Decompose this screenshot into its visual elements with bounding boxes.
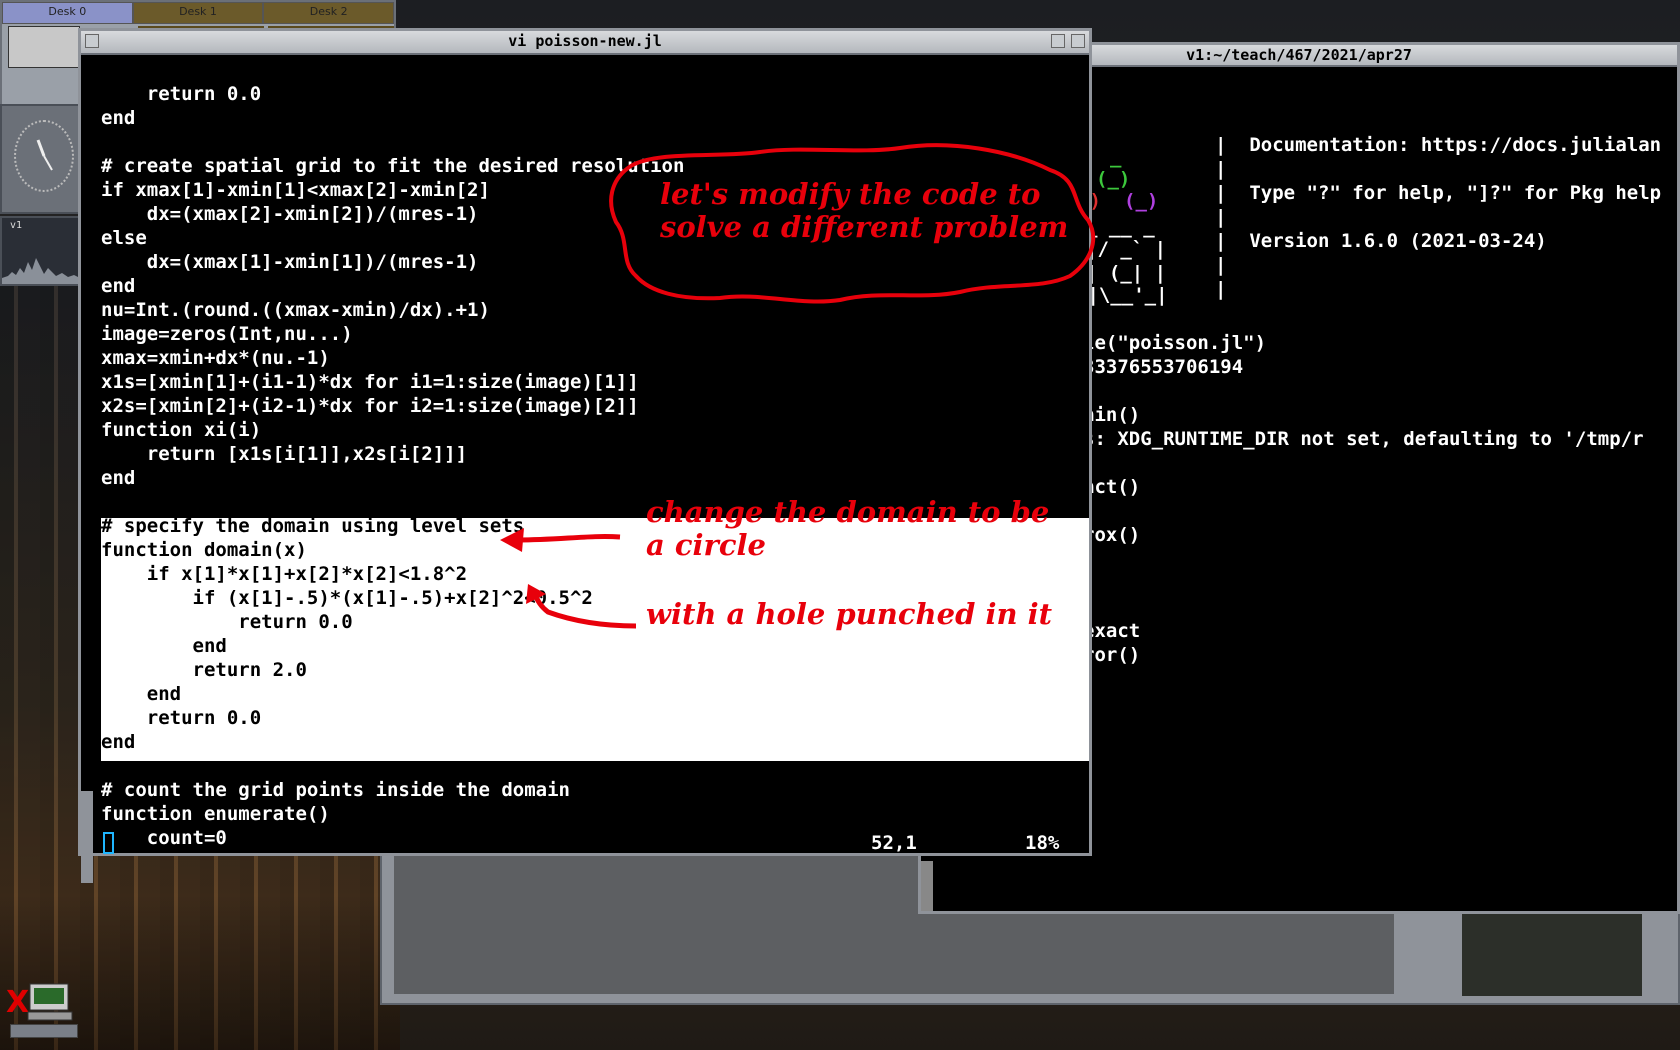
julia-banner-line: | — [1215, 206, 1227, 228]
julia-banner-line: | Version 1.6.0 (2021-03-24) — [1215, 230, 1547, 252]
code-line: return 0.0 — [101, 611, 353, 633]
julia-banner-line: | — [1215, 158, 1227, 180]
clock-widget — [0, 104, 82, 214]
code-line: count=0 — [101, 827, 227, 849]
svg-text:_ __ _: _ __ _ — [1086, 216, 1155, 238]
bubble-annotation: let's modify the code to solve a differe… — [660, 177, 1069, 244]
code-line: else — [101, 227, 147, 249]
julia-banner-line: | Type "?" for help, "]?" for Pkg help — [1215, 182, 1662, 204]
julia-banner-line: | — [1215, 254, 1227, 276]
julia-session-line: le("poisson.jl") — [1083, 332, 1267, 354]
julia-window-title: v1:~/teach/467/2021/apr27 — [1186, 46, 1412, 64]
desk-1-tab[interactable]: Desk 1 — [132, 2, 264, 24]
code-line: function enumerate() — [101, 803, 330, 825]
code-line: dx=(xmax[1]-xmin[1])/(mres-1) — [101, 251, 479, 273]
text-cursor — [103, 832, 114, 854]
hole-annotation: with a hole punched in it — [646, 597, 1053, 631]
vi-scroll-percent: 18% — [1025, 832, 1060, 854]
vi-cursor-position: 52,1 — [871, 832, 917, 854]
x11-terminal-icon[interactable]: X — [6, 978, 78, 1038]
code-line: function domain(x) — [101, 539, 307, 561]
vi-scrollbar[interactable] — [81, 791, 93, 883]
code-line: if x[1]*x[1]+x[2]*x[2]<1.8^2 — [101, 563, 468, 585]
svg-text:X: X — [6, 985, 29, 1020]
code-line: return 0.0 — [101, 707, 262, 729]
domain-annotation: change the domain to be a circle — [646, 495, 1050, 562]
code-line: function xi(i) — [101, 419, 262, 441]
code-line: # specify the domain using level sets — [101, 515, 525, 537]
julia-session-line: 33376553706194 — [1083, 356, 1244, 378]
code-line: return 0.0 — [101, 83, 262, 105]
code-line: end — [101, 467, 136, 489]
code-line: end — [101, 107, 136, 129]
svg-text:(_): (_) — [1096, 168, 1130, 190]
vi-editor-window[interactable]: vi poisson-new.jl return 0.0 end # create … — [78, 28, 1092, 883]
code-line: dx=(xmax[2]-xmin[2])/(mres-1) — [101, 203, 479, 225]
julia-banner-line: | Documentation: https://docs.julialan — [1215, 134, 1662, 156]
minimize-button[interactable] — [1051, 34, 1065, 48]
icon-label-bar — [10, 1024, 78, 1038]
code-line: nu=Int.(round.((xmax-xmin)/dx).+1) — [101, 299, 490, 321]
code-line: end — [101, 683, 182, 705]
vi-window-titlebar[interactable]: vi poisson-new.jl — [81, 31, 1089, 55]
svg-text:_: _ — [1110, 149, 1122, 168]
code-line: return [x1s[i[1]],x2s[i[2]]] — [101, 443, 468, 465]
julia-scrollbar[interactable] — [921, 861, 933, 911]
code-line: if xmax[1]-xmin[1]<xmax[2]-xmin[2] — [101, 179, 490, 201]
code-line: x2s=[xmin[2]+(i2-1)*dx for i2=1:size(ima… — [101, 395, 639, 417]
julia-session-line: s: XDG_RUNTIME_DIR not set, defaulting t… — [1083, 428, 1644, 450]
pager-window-thumbnail[interactable] — [8, 26, 80, 68]
desk-0-tab[interactable]: Desk 0 — [2, 2, 133, 24]
maximize-button[interactable] — [1071, 34, 1085, 48]
vi-window-title: vi poisson-new.jl — [508, 32, 662, 50]
julia-banner-line: | — [1215, 278, 1227, 300]
desk-2-tab[interactable]: Desk 2 — [263, 2, 395, 24]
background-window-image — [1462, 908, 1642, 996]
clock-icon — [14, 120, 74, 192]
code-line: end — [101, 635, 227, 657]
load-monitor: v1 — [0, 216, 82, 286]
code-line: if (x[1]-.5)*(x[1]-.5)+x[2]^2<0.5^2 — [101, 587, 593, 609]
window-menu-button[interactable] — [85, 34, 99, 48]
code-line: return 2.0 — [101, 659, 307, 681]
code-line: # create spatial grid to fit the desired… — [101, 155, 685, 177]
svg-text:|/ _` |: |/ _` | — [1086, 238, 1166, 260]
code-line: xmax=xmin+dx*(nu.-1) — [101, 347, 330, 369]
svg-text:| (_| |: | (_| | — [1086, 262, 1166, 284]
code-line: end — [101, 275, 136, 297]
code-line: image=zeros(Int,nu...) — [101, 323, 353, 345]
code-line: end — [101, 731, 136, 753]
code-line: # count the grid points inside the domai… — [101, 779, 570, 801]
svg-text:(_): (_) — [1124, 190, 1158, 212]
code-line: x1s=[xmin[1]+(i1-1)*dx for i1=1:size(ima… — [101, 371, 639, 393]
